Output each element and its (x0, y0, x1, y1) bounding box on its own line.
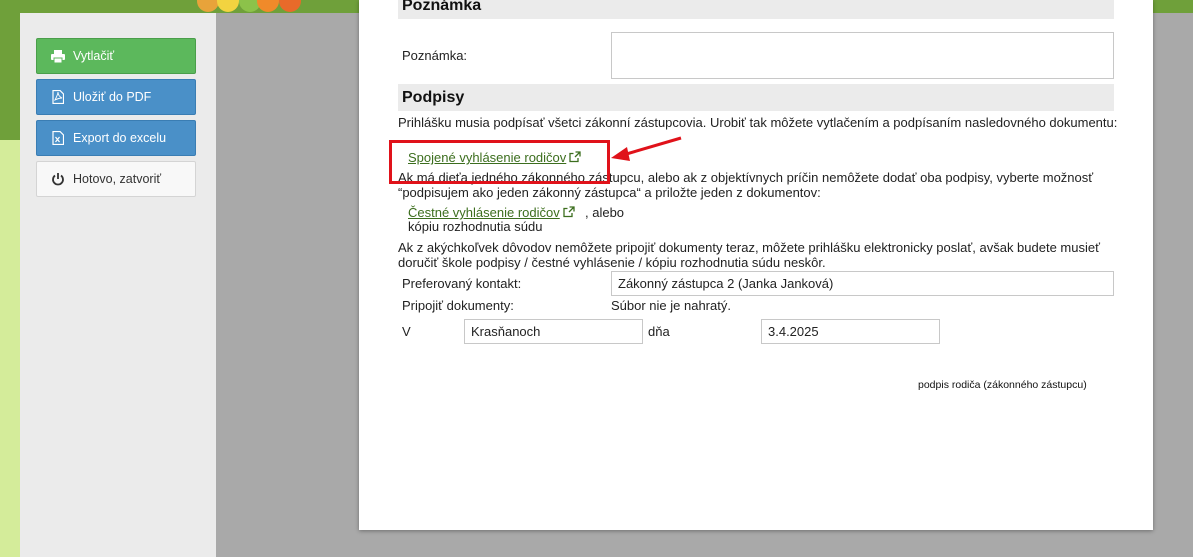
banner-decoration (195, 0, 325, 13)
excel-file-icon (51, 131, 65, 145)
print-button[interactable]: Vytlačiť (36, 38, 196, 74)
highlight-box (389, 140, 610, 184)
signatures-intro-text: Prihlášku musia podpísať všetci zákonní … (398, 115, 1118, 130)
annotation-arrow-icon (611, 136, 682, 161)
honor-declaration-link-label: Čestné vyhlásenie rodičov (408, 205, 560, 220)
date-input[interactable]: 3.4.2025 (761, 319, 940, 344)
or-text: , alebo (585, 205, 625, 220)
save-pdf-button[interactable]: Uložiť do PDF (36, 79, 196, 115)
application-form-document: Poznámka Poznámka: Podpisy Prihlášku mus… (359, 0, 1153, 530)
place-input[interactable]: Krasňanoch (464, 319, 643, 344)
pdf-file-icon (51, 90, 65, 104)
note-label: Poznámka: (402, 48, 468, 63)
attach-later-text: Ak z akýchkoľvek dôvodov nemôžete pripoj… (398, 240, 1100, 270)
signatures-section-heading: Podpisy (398, 84, 1114, 111)
page-background-left (0, 0, 20, 557)
power-icon (51, 172, 65, 186)
preferred-contact-select[interactable]: Zákonný zástupca 2 (Janka Janková) (611, 271, 1114, 296)
attach-documents-label: Pripojiť dokumenty: (402, 298, 514, 313)
note-field[interactable] (611, 32, 1114, 79)
printer-icon (51, 49, 65, 63)
export-excel-button[interactable]: Export do excelu (36, 120, 196, 156)
export-excel-button-label: Export do excelu (73, 131, 167, 145)
signature-caption: podpis rodiča (zákonného zástupcu) (918, 379, 1087, 391)
external-link-icon (563, 206, 575, 221)
date-prefix: dňa (648, 324, 670, 339)
place-prefix: V (402, 324, 411, 339)
sidebar: Vytlačiť Uložiť do PDF Export do excelu … (20, 13, 216, 557)
attach-documents-status: Súbor nie je nahratý. (611, 298, 731, 313)
note-section-heading: Poznámka (398, 0, 1114, 19)
preferred-contact-label: Preferovaný kontakt: (402, 276, 522, 291)
court-decision-text: kópiu rozhodnutia súdu (408, 219, 543, 234)
save-pdf-button-label: Uložiť do PDF (73, 90, 152, 104)
done-close-button-label: Hotovo, zatvoriť (73, 172, 162, 186)
print-button-label: Vytlačiť (73, 49, 115, 63)
done-close-button[interactable]: Hotovo, zatvoriť (36, 161, 196, 197)
